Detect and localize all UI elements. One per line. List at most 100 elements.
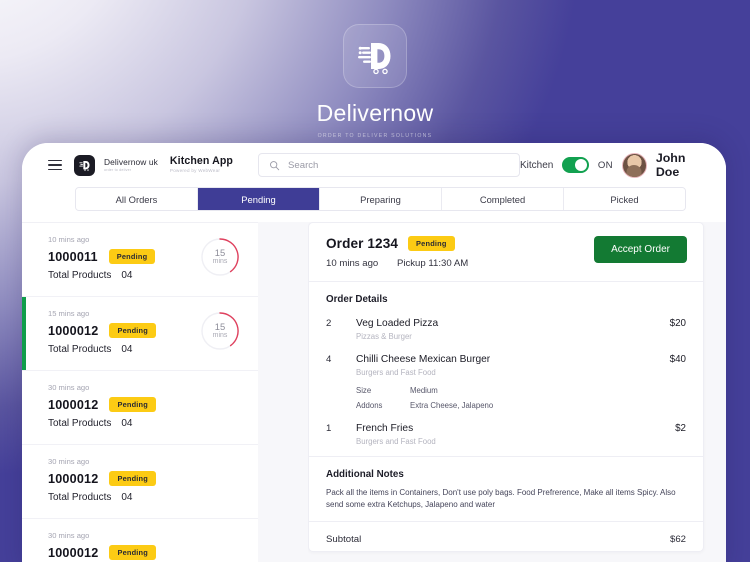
topbar-brand-sub: order to deliver — [104, 167, 132, 172]
order-detail-time-ago: 10 mins ago — [326, 258, 379, 269]
order-detail-pickup: Pickup 11:30 AM — [396, 258, 469, 269]
order-detail-title: Order 1234 — [326, 236, 399, 251]
order-details-section-title: Order Details — [326, 294, 388, 305]
order-timer-value: 15 — [214, 321, 226, 333]
subtotal-label: Subtotal — [326, 534, 362, 545]
order-card-id: 1000012 — [48, 323, 99, 338]
screenshot-root: Delivernow ORDER TO DELIVER SOLUTIONS De… — [0, 0, 750, 562]
order-item-option-value: Medium — [410, 386, 438, 395]
order-item-qty: 4 — [326, 354, 332, 365]
search-input[interactable]: Search — [258, 153, 520, 177]
topbar-brand: Delivernow uk order to deliver — [104, 156, 158, 173]
order-card-total-label: Total Products — [48, 492, 112, 503]
order-item-category: Burgers and Fast Food — [356, 437, 436, 446]
avatar[interactable] — [621, 152, 647, 178]
splash-brand-name: Delivernow — [316, 100, 434, 126]
order-timer-unit: mins — [212, 332, 228, 340]
app-topbar: Delivernow uk order to deliver Kitchen A… — [22, 143, 726, 187]
order-items-section: Order Details 2 Veg Loaded Pizza Pizzas & … — [309, 282, 703, 457]
order-item-price: $2 — [675, 423, 686, 434]
order-item-price: $20 — [669, 318, 686, 329]
additional-notes-title: Additional Notes — [326, 469, 404, 480]
order-detail-card: Order 1234 Pending 10 mins ago Pickup 11… — [308, 222, 704, 552]
order-detail-status-badge: Pending — [408, 236, 455, 251]
tab-preparing[interactable]: Preparing — [320, 188, 442, 210]
order-list[interactable]: 10 mins ago 1000011 Pending Total Products 0… — [22, 222, 258, 562]
delivernow-logo-icon — [343, 24, 407, 88]
order-item-options: Size Medium Addons Extra Cheese, Jalapeno — [326, 386, 686, 410]
order-card-time: 30 mins ago — [48, 457, 90, 466]
topbar-brand-name: Delivernow uk — [104, 156, 158, 167]
kitchen-toggle[interactable] — [562, 157, 589, 173]
app-body: 10 mins ago 1000011 Pending Total Products 0… — [22, 222, 726, 562]
tab-all-orders[interactable]: All Orders — [76, 188, 198, 210]
order-item-category: Pizzas & Burger — [356, 332, 412, 341]
order-card-status-badge: Pending — [109, 471, 156, 486]
app-window: Delivernow uk order to deliver Kitchen A… — [22, 143, 726, 562]
tab-picked[interactable]: Picked — [564, 188, 685, 210]
order-item-option-value: Extra Cheese, Jalapeno — [410, 401, 494, 410]
order-item-category: Burgers and Fast Food — [356, 368, 436, 377]
splash-brand: Delivernow ORDER TO DELIVER SOLUTIONS — [0, 24, 750, 139]
order-subtotal-row: Subtotal $62 — [309, 522, 703, 551]
order-timer: 15 mins — [200, 237, 240, 277]
order-card-time: 30 mins ago — [48, 383, 90, 392]
order-item-option-key: Addons — [356, 401, 383, 410]
topbar-app: Kitchen App Powered by WebWear — [169, 155, 233, 174]
splash-tagline: ORDER TO DELIVER SOLUTIONS — [317, 133, 433, 139]
order-card-status-badge: Pending — [108, 249, 156, 264]
order-card[interactable]: 30 mins ago 1000012 Pending Total Products 0… — [22, 445, 258, 519]
order-card-time: 30 mins ago — [48, 531, 90, 540]
order-card[interactable]: 10 mins ago 1000011 Pending Total Products 0… — [22, 223, 258, 297]
tab-pending[interactable]: Pending — [198, 188, 320, 210]
subtotal-value: $62 — [669, 534, 686, 545]
order-card-total-label: Total Products — [48, 344, 112, 355]
order-card-total-label: Total Products — [48, 418, 112, 429]
order-card-status-badge: Pending — [109, 545, 156, 560]
order-item-price: $40 — [669, 354, 686, 365]
order-timer: 15 mins — [200, 311, 240, 351]
search-icon — [270, 160, 280, 170]
order-card[interactable]: 30 mins ago1000012PendingTotal Products0… — [22, 371, 258, 445]
tab-completed[interactable]: Completed — [442, 188, 564, 210]
order-card-total-label: Total Products — [48, 270, 112, 281]
order-detail-header: Order 1234 Pending 10 mins ago Pickup 11… — [309, 223, 703, 282]
order-card-id: 1000012 — [48, 397, 99, 412]
order-card-status-badge: Pending — [109, 323, 156, 338]
order-card-total-count: 04 — [121, 418, 133, 429]
delivernow-mark-icon[interactable] — [74, 154, 95, 176]
order-detail-column: Order 1234 Pending 10 mins ago Pickup 11… — [308, 222, 726, 562]
hamburger-menu-icon[interactable] — [48, 159, 62, 171]
order-card-id: 1000011 — [48, 249, 98, 264]
order-timer-unit: mins — [212, 258, 228, 266]
order-card-total-count: 04 — [121, 344, 133, 355]
order-card-id: 1000012 — [48, 471, 99, 486]
order-card-id: 1000012 — [48, 545, 99, 560]
additional-notes-body: Pack all the items in Containers, Don't … — [326, 488, 676, 509]
order-item: 4 Chilli Cheese Mexican Burger Burgers and… — [326, 354, 686, 410]
order-item: 1 French Fries Burgers and Fast Food $2 — [326, 423, 686, 446]
order-status-tabs: All Orders Pending Preparing Completed Picke… — [22, 187, 726, 211]
order-card-total-count: 04 — [121, 492, 133, 503]
order-item: 2 Veg Loaded Pizza Pizzas & Burger $20 — [326, 318, 686, 341]
order-item-name: French Fries — [356, 423, 414, 434]
order-card[interactable]: 30 mins ago1000012PendingTotal Products0… — [22, 519, 258, 562]
order-item-qty: 2 — [326, 318, 332, 329]
username-label: John Doe — [655, 151, 686, 179]
order-item-name: Chilli Cheese Mexican Burger — [356, 354, 491, 365]
order-item-name: Veg Loaded Pizza — [356, 318, 439, 329]
toggle-knob — [574, 159, 587, 171]
order-timer-value: 15 — [214, 247, 226, 259]
order-item-option-key: Size — [356, 386, 372, 395]
order-item-qty: 1 — [326, 423, 332, 434]
order-card[interactable]: 15 mins ago 1000012 Pending Total Products 0… — [22, 297, 258, 371]
toggle-state-label: ON — [597, 159, 613, 171]
topbar-app-sub: Powered by WebWear — [169, 168, 221, 174]
kitchen-label: Kitchen — [520, 159, 554, 171]
topbar-app-name: Kitchen App — [169, 155, 233, 168]
accept-order-button[interactable]: Accept Order — [594, 236, 687, 263]
order-card-total-count: 04 — [121, 270, 133, 281]
topbar-right-group: Kitchen ON John Doe — [520, 151, 704, 179]
list-detail-gutter — [258, 222, 308, 562]
additional-notes-section: Additional Notes Pack all the items in C… — [309, 457, 703, 522]
